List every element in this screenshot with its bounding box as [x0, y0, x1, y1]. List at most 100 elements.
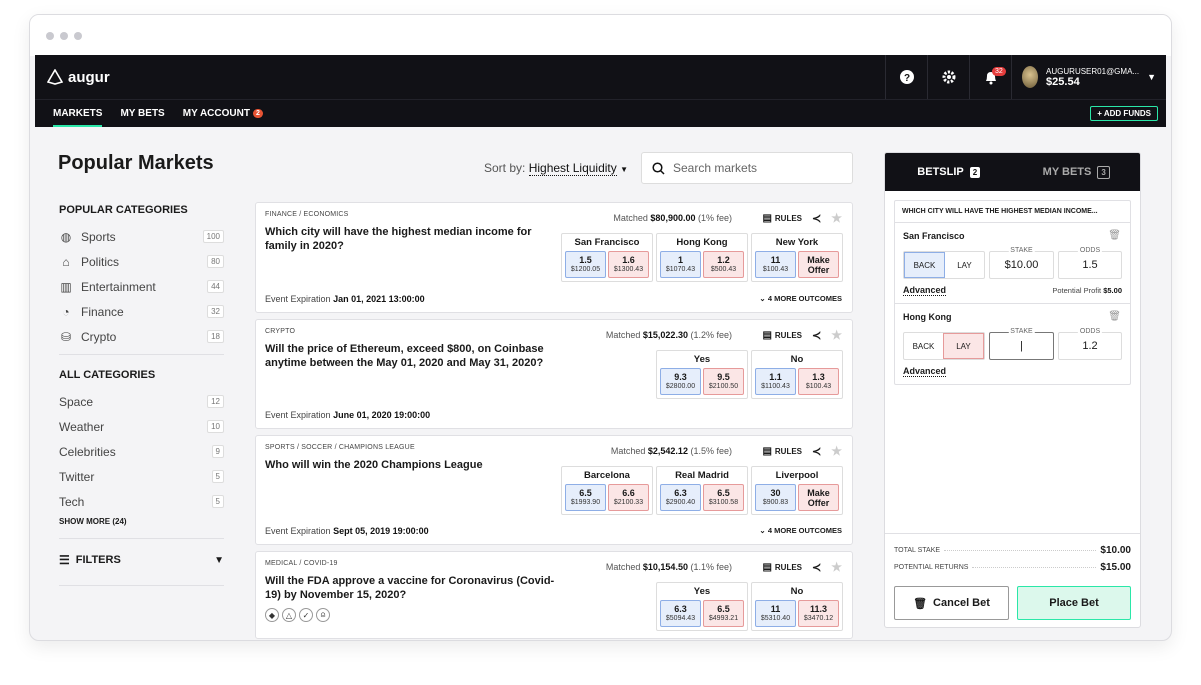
- category-finance[interactable]: ◔ Finance 32: [59, 299, 224, 324]
- advanced-link[interactable]: Advanced: [903, 285, 947, 296]
- sort-dropdown[interactable]: Sort by: Highest Liquidity ▼: [484, 161, 628, 176]
- back-odds-button[interactable]: 6.5 $1993.90: [565, 484, 606, 511]
- market-question[interactable]: Will the FDA approve a vaccine for Coron…: [265, 574, 555, 602]
- back-price: 1.5: [579, 255, 592, 265]
- event-expiration: Event Expiration Jan 01, 2021 13:00:00: [265, 294, 425, 304]
- tab-my-bets[interactable]: MY BETS 3: [1013, 165, 1141, 179]
- total-stake-value: $10.00: [1100, 545, 1131, 556]
- stake-field[interactable]: STAKE $10.00: [989, 247, 1054, 279]
- back-odds-button[interactable]: 11 $100.43: [755, 251, 796, 278]
- share-icon[interactable]: ≺: [812, 329, 821, 342]
- make-offer-button[interactable]: Make Offer: [798, 251, 839, 278]
- nav-my-bets[interactable]: MY BETS: [120, 100, 164, 127]
- back-odds-button[interactable]: 11 $5310.40: [755, 600, 796, 627]
- lay-toggle[interactable]: LAY: [943, 333, 984, 359]
- settings-button[interactable]: [927, 55, 969, 99]
- augur-logo[interactable]: augur: [47, 69, 110, 86]
- odds-field[interactable]: ODDS 1.2: [1058, 328, 1122, 360]
- category-count: 5: [211, 495, 224, 508]
- notifications-button[interactable]: 32: [969, 55, 1011, 99]
- market-card[interactable]: MEDICAL / COVID-19 Will the FDA approve …: [255, 551, 853, 639]
- lay-odds-button[interactable]: 6.5 $3100.58: [703, 484, 744, 511]
- market-question[interactable]: Will the price of Ethereum, exceed $800,…: [265, 342, 555, 370]
- market-card[interactable]: SPORTS / SOCCER / CHAMPIONS LEAGUE Who w…: [255, 435, 853, 545]
- lay-odds-button[interactable]: 9.5 $2100.50: [703, 368, 744, 395]
- category-crypto[interactable]: ⛁ Crypto 18: [59, 324, 224, 349]
- category-weather[interactable]: Weather 10: [59, 414, 224, 439]
- expiration-label: Event Expiration: [265, 410, 331, 420]
- lay-volume: $100.43: [805, 383, 832, 390]
- trash-icon[interactable]: 🗑: [1108, 230, 1121, 241]
- category-sports[interactable]: ◍ Sports 100: [59, 224, 224, 249]
- market-card[interactable]: CRYPTO Will the price of Ethereum, excee…: [255, 319, 853, 429]
- tab-betslip[interactable]: BETSLIP 2: [885, 166, 1013, 178]
- star-icon[interactable]: ★: [831, 560, 842, 574]
- lay-odds-button[interactable]: 6.5 $4993.21: [703, 600, 744, 627]
- lay-odds-button[interactable]: 11.3 $3470.12: [798, 600, 839, 627]
- back-odds-button[interactable]: 1 $1070.43: [660, 251, 701, 278]
- star-icon[interactable]: ★: [831, 444, 842, 458]
- market-card[interactable]: FINANCE / ECONOMICS Which city will have…: [255, 202, 853, 313]
- category-celebrities[interactable]: Celebrities 9: [59, 439, 224, 464]
- share-icon[interactable]: ≺: [812, 445, 821, 458]
- lay-odds-button[interactable]: 6.6 $2100.33: [608, 484, 649, 511]
- lay-odds-button[interactable]: 1.6 $1300.43: [608, 251, 649, 278]
- make-offer-button[interactable]: Make Offer: [798, 484, 839, 511]
- place-bet-button[interactable]: Place Bet: [1017, 586, 1131, 620]
- share-icon[interactable]: ≺: [812, 561, 821, 574]
- rules-button[interactable]: ▤ RULES: [762, 330, 802, 341]
- more-outcomes-button[interactable]: ⌄ 4 MORE OUTCOMES: [759, 526, 842, 535]
- back-odds-button[interactable]: 6.3 $2900.40: [660, 484, 701, 511]
- cancel-bet-button[interactable]: 🗑 Cancel Bet: [894, 586, 1009, 620]
- rules-button[interactable]: ▤ RULES: [762, 213, 802, 224]
- back-odds-button[interactable]: 1.5 $1200.05: [565, 251, 606, 278]
- category-tech[interactable]: Tech 5: [59, 489, 224, 514]
- back-odds-button[interactable]: 6.3 $5094.43: [660, 600, 701, 627]
- market-question[interactable]: Who will win the 2020 Champions League: [265, 458, 555, 472]
- help-button[interactable]: ?: [885, 55, 927, 99]
- rules-button[interactable]: ▤ RULES: [762, 562, 802, 573]
- advanced-link[interactable]: Advanced: [903, 366, 947, 377]
- search-input[interactable]: Search markets: [641, 152, 853, 184]
- nav-markets[interactable]: MARKETS: [53, 100, 103, 127]
- category-space[interactable]: Space 12: [59, 389, 224, 414]
- category-count: 100: [202, 230, 224, 243]
- show-more-button[interactable]: SHOW MORE (24): [59, 517, 224, 526]
- more-outcomes-button[interactable]: ⌄ 4 MORE OUTCOMES: [759, 294, 842, 303]
- category-label: Finance: [81, 304, 124, 319]
- lay-price: 9.5: [717, 372, 730, 382]
- category-count: 80: [207, 255, 224, 268]
- back-odds-button[interactable]: 30 $900.83: [755, 484, 796, 511]
- markets-list: FINANCE / ECONOMICS Which city will have…: [255, 202, 853, 645]
- category-politics[interactable]: ⌂ Politics 80: [59, 249, 224, 274]
- back-odds-button[interactable]: 9.3 $2800.00: [660, 368, 701, 395]
- lay-odds-button[interactable]: 1.3 $100.43: [798, 368, 839, 395]
- odds-field[interactable]: ODDS 1.5: [1058, 247, 1122, 279]
- category-entertainment[interactable]: ▥ Entertainment 44: [59, 274, 224, 299]
- category-twitter[interactable]: Twitter 5: [59, 464, 224, 489]
- add-funds-button[interactable]: + ADD FUNDS: [1090, 106, 1158, 121]
- lay-toggle[interactable]: LAY: [945, 252, 984, 278]
- share-icon[interactable]: ≺: [812, 212, 821, 225]
- nav-my-account[interactable]: MY ACCOUNT 2: [183, 100, 263, 127]
- lay-price: 6.6: [622, 488, 635, 498]
- lay-odds-button[interactable]: 1.2 $500.43: [703, 251, 744, 278]
- account-menu[interactable]: AUGURUSER01@GMA... $25.54 ▼: [1011, 55, 1166, 99]
- trash-icon[interactable]: 🗑: [1108, 311, 1121, 322]
- back-lay-toggle: BACK LAY: [903, 251, 985, 279]
- star-icon[interactable]: ★: [831, 328, 842, 342]
- bet-item: San Francisco 🗑 BACK LAY STAKE $10.00 ODDS…: [895, 223, 1130, 304]
- star-icon[interactable]: ★: [831, 211, 842, 225]
- back-toggle[interactable]: BACK: [904, 333, 943, 359]
- back-toggle[interactable]: BACK: [904, 252, 945, 278]
- market-category: SPORTS / SOCCER / CHAMPIONS LEAGUE: [265, 444, 415, 451]
- back-odds-button[interactable]: 1.1 $1100.43: [755, 368, 796, 395]
- rules-button[interactable]: ▤ RULES: [762, 446, 802, 457]
- stake-field[interactable]: STAKE |: [989, 328, 1054, 360]
- diamond-badge-icon: ◆: [265, 608, 279, 622]
- filters-toggle[interactable]: ☰ FILTERS ▼: [59, 553, 224, 567]
- outcome: Yes 9.3 $2800.00 9.5 $2100.50: [656, 350, 748, 399]
- profit-value: $5.00: [1103, 286, 1122, 295]
- betslip-market-title: WHICH CITY WILL HAVE THE HIGHEST MEDIAN …: [895, 201, 1130, 223]
- market-question[interactable]: Which city will have the highest median …: [265, 225, 555, 253]
